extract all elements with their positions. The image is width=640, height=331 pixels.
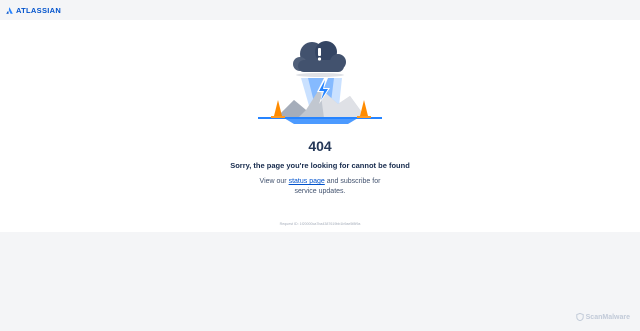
error-page-content: 404 Sorry, the page you're looking for c… — [0, 20, 640, 232]
status-page-link[interactable]: status page — [289, 178, 325, 185]
desc-prefix: View our — [259, 178, 289, 185]
top-bar: ATLASSIAN — [0, 0, 640, 20]
scanmalware-watermark: ScanMalware — [575, 313, 630, 321]
error-description: View our status page and subscribe for s… — [0, 177, 640, 196]
atlassian-logo-icon — [6, 6, 13, 14]
shield-icon — [575, 313, 584, 321]
watermark-label: ScanMalware — [585, 313, 630, 321]
error-code: 404 — [308, 138, 332, 154]
storm-illustration — [258, 41, 382, 124]
brand-name: ATLASSIAN — [16, 5, 62, 15]
request-id: Request ID: 1f20000ca7ba4387619bb1b9ae5f… — [279, 222, 361, 226]
desc-line-2: service updates. — [294, 187, 346, 195]
desc-suffix: and subscribe for — [324, 178, 381, 185]
error-headline: Sorry, the page you're looking for canno… — [230, 161, 410, 170]
atlassian-logo-link[interactable]: ATLASSIAN — [6, 6, 61, 15]
